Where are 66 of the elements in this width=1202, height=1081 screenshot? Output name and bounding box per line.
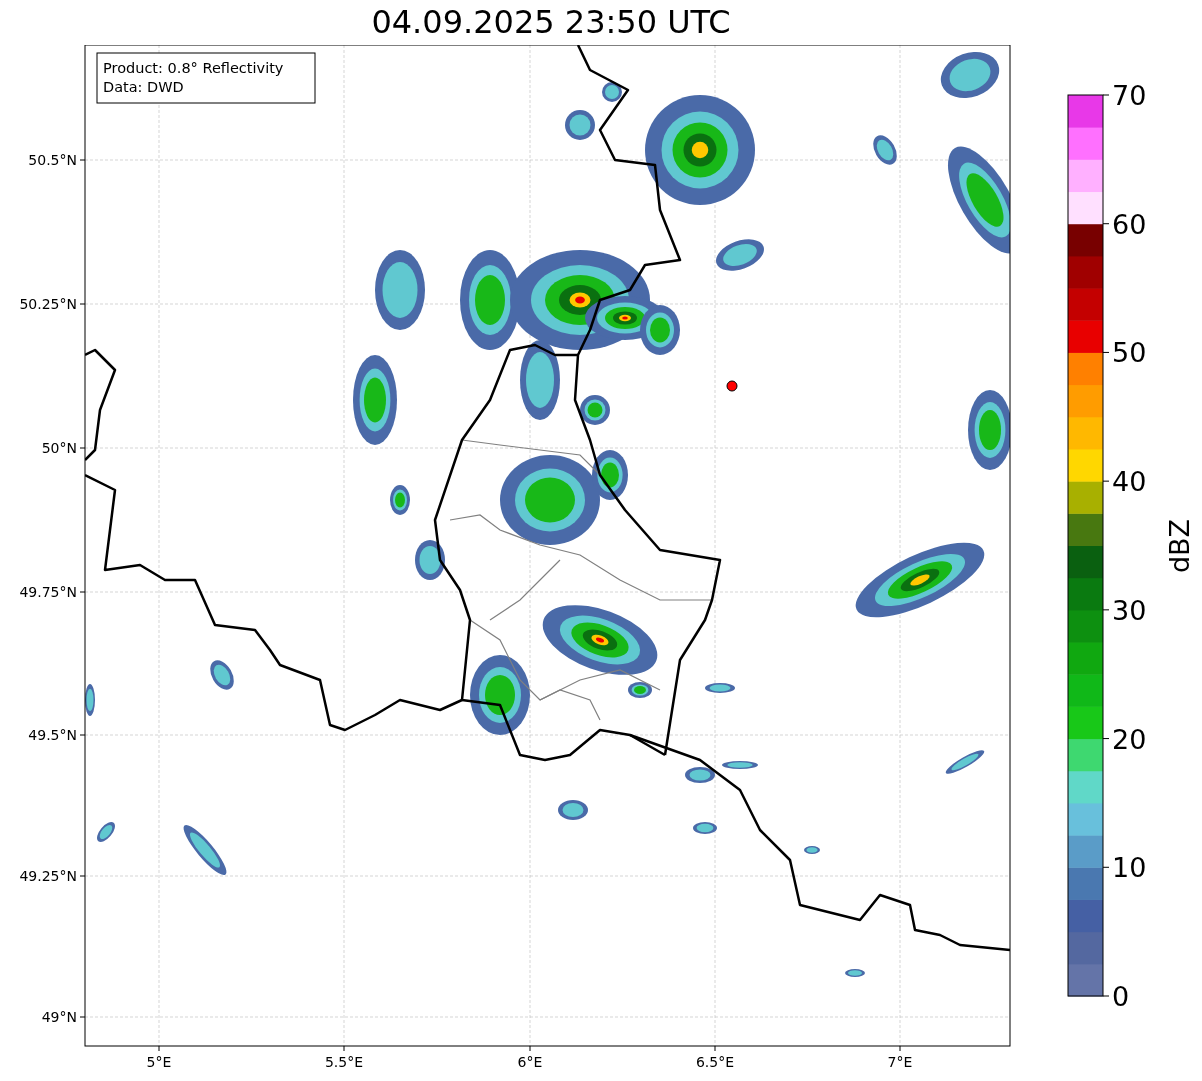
axis-tick-label: 49.25°N: [19, 868, 77, 884]
radar-echo: [183, 825, 227, 875]
radar-echo: [210, 660, 234, 690]
tick-mark: [79, 1016, 86, 1018]
radar-echo: [390, 485, 410, 515]
radar-echo: [873, 135, 897, 165]
radar-echo: [940, 51, 1000, 99]
tick-mark: [79, 447, 86, 449]
tick-mark: [1102, 223, 1110, 225]
info-text: Data: DWD: [103, 79, 184, 95]
tick-mark: [343, 1045, 345, 1052]
axis-tick-label: 49.75°N: [19, 584, 77, 600]
axis-tick-label: 6.5°E: [695, 1054, 735, 1070]
chart-title: 04.09.2025 23:50 UTC: [371, 2, 731, 43]
radar-echo: [580, 395, 610, 425]
tick-mark: [1102, 351, 1110, 353]
radar-echo: [804, 846, 820, 854]
radar-echo: [722, 761, 758, 769]
radar-echo: [705, 683, 735, 693]
info-text: Product: 0.8° Reflectivity: [103, 60, 284, 76]
radar-echo: [716, 239, 764, 271]
radar-echo: [693, 822, 717, 834]
radar-echo: [415, 540, 445, 580]
axis-tick-label: 6°E: [517, 1054, 543, 1070]
radar-echo: [945, 750, 985, 774]
tick-mark: [79, 591, 86, 593]
tick-mark: [529, 1045, 531, 1052]
axis-tick-label: 50°N: [41, 440, 77, 456]
radar-echo: [845, 969, 865, 977]
colorbar-tick-label: 10: [1112, 852, 1147, 884]
tick-mark: [79, 875, 86, 877]
axis-tick-label: 7°E: [887, 1054, 913, 1070]
tick-mark: [1102, 480, 1110, 482]
axis-tick-label: 5.5°E: [324, 1054, 364, 1070]
axis-tick-label: 50.25°N: [19, 296, 77, 312]
colorbar-tick-label: 60: [1112, 208, 1147, 240]
radar-echo: [602, 82, 622, 102]
tick-mark: [714, 1045, 716, 1052]
tick-mark: [1102, 995, 1110, 997]
colorbar-tick-label: 50: [1112, 337, 1147, 369]
axis-tick-label: 50.5°N: [28, 152, 77, 168]
radar-echo: [685, 767, 715, 783]
colorbar-tick-label: 70: [1112, 80, 1147, 111]
radar-echo: [558, 800, 588, 820]
radar-echo: [628, 682, 652, 698]
colorbar-tick-label: 40: [1112, 466, 1147, 498]
axis-tick-label: 49.5°N: [28, 727, 77, 743]
tick-mark: [79, 159, 86, 161]
tick-mark: [1102, 866, 1110, 868]
radar-echo: [565, 110, 595, 140]
radar-echo: [85, 684, 95, 716]
colorbar-tick-label: 20: [1112, 723, 1147, 755]
tick-mark: [79, 734, 86, 736]
tick-mark: [1102, 94, 1110, 96]
colorbar-tick-label: 0: [1112, 981, 1130, 1012]
colorbar-label: dBZ: [1164, 518, 1195, 574]
tick-mark: [79, 303, 86, 305]
axis-tick-label: 49°N: [41, 1009, 77, 1025]
radar-echo: [97, 822, 115, 842]
tick-mark: [899, 1045, 901, 1052]
axis-tick-label: 5°E: [146, 1054, 172, 1070]
tick-mark: [1102, 609, 1110, 611]
location-dot-marker: [726, 380, 738, 392]
colorbar-tick-label: 30: [1112, 594, 1147, 626]
tick-mark: [1102, 738, 1110, 740]
tick-mark: [158, 1045, 160, 1052]
